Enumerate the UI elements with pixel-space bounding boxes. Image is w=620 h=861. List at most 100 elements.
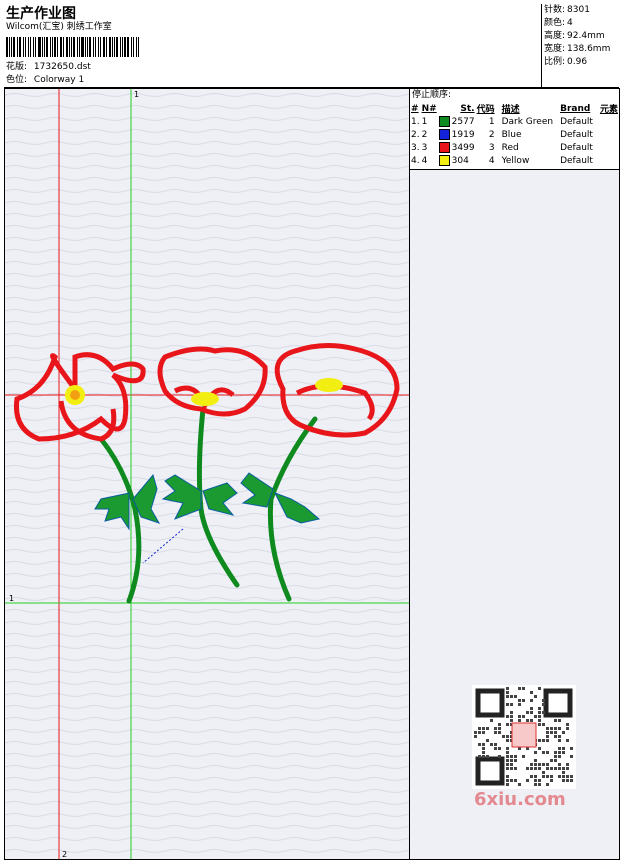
barcode-bar [27,37,30,57]
barcode-bar [108,37,111,57]
stop-row: 2. 2 1919 2 Blue Default [410,128,619,141]
column-header: Brand [560,103,591,114]
barcode-bar [119,37,121,57]
stop-row: 1. 1 2577 1 Dark Green Default [410,115,619,128]
thread-brand: Default [560,142,593,153]
stat-value: 8301 [567,5,590,15]
barcode [6,37,141,57]
column-header: 代码 [476,105,495,115]
stop-sequence-title: 停止顺序: [412,90,452,100]
design-value: 1732650.dst [33,62,91,72]
stop-sequence-table: # N# St. 代码 描述 Brand 元素 1. 1 2577 1 Dark Green Defa… [410,102,619,167]
row-number: 1. [411,116,420,127]
barcode-bar [34,37,37,57]
stat-value: 0.96 [567,57,588,67]
row-number: 2. [411,129,420,140]
barcode-bar [46,37,48,57]
stitch-count-value: 304 [451,156,469,166]
barcode-bar [44,37,46,57]
barcode-bar [89,37,91,57]
barcode-bar [38,37,41,57]
color-description: Red [501,142,519,153]
color-code: 4 [488,155,495,166]
row-number: 4. [411,155,420,166]
company-name: Wilcom(汇宝) 刺绣工作室 [6,22,112,32]
design-file: 花版: 1732650.dst [6,62,91,73]
barcode-bar [98,37,100,57]
barcode-bar [116,37,118,57]
barcode-bar [63,37,64,57]
page-title: 生产作业图 [6,6,76,22]
barcode-bar [6,37,8,57]
barcode-bar [54,37,56,57]
colorway-label: 色位: [6,75,28,85]
barcode-bar [121,37,123,57]
barcode-bar [126,37,130,57]
colorway: 色位: Colorway 1 [6,75,84,86]
stitch-count: 3499 [438,141,476,154]
color-swatch [438,116,450,127]
design-canvas: 1 1 2 [4,88,410,860]
guide-v1-label: 1 [134,90,139,99]
stitch-count: 304 [438,154,476,167]
stop-sequence-panel: 停止顺序: # N# St. 代码 描述 Brand 元素 1. 1 2577 1 Dark Gre… [409,88,620,860]
barcode-bar [68,37,70,57]
barcode-bar [138,37,140,57]
color-swatch [438,129,450,140]
design-label: 花版: [6,62,28,72]
colorway-value: Colorway 1 [33,75,85,85]
barcode-bar [41,37,43,57]
barcode-bar [59,37,63,57]
row-number: 3. [411,142,420,153]
column-header: N# [421,103,437,114]
stat-label: 高度: [544,31,566,41]
barcode-bar [13,37,15,57]
color-swatch [438,142,450,153]
stat-value: 92.4mm [567,31,605,41]
thread-brand: Default [560,155,593,166]
barcode-bar [133,37,134,57]
color-description: Dark Green [501,116,554,127]
barcode-bar [111,37,113,57]
barcode-bar [56,37,58,57]
stat-label: 针数: [544,5,566,15]
column-header: # [411,103,419,114]
barcode-bar [81,37,84,57]
color-code: 2 [488,129,495,140]
barcode-bar [8,37,10,57]
stat-value: 4 [567,18,573,28]
barcode-bar [65,37,68,57]
barcode-bar [114,37,116,57]
embroidery-preview: 1 1 2 [5,89,409,859]
barcode-bar [24,37,26,57]
barcode-bar [78,37,80,57]
column-header: 元素 [599,105,618,115]
stop-row: 3. 3 3499 3 Red Default [410,141,619,154]
barcode-bar [87,37,89,57]
barcode-bar [92,37,94,57]
barcode-bar [22,37,24,57]
column-header: 描述 [501,105,520,115]
color-code: 1 [488,116,495,127]
thread-brand: Default [560,116,593,127]
watermark-text: 6xiu.com [474,789,566,810]
barcode-bar [49,37,51,57]
guide-h1-label: 1 [9,594,14,603]
color-swatch [438,155,450,166]
barcode-bar [32,37,34,57]
barcode-bar [16,37,18,57]
barcode-bar [51,37,53,57]
needle-number: 3 [421,142,428,153]
barcode-bar [76,37,78,57]
barcode-bar [73,37,75,57]
barcode-bar [131,37,133,57]
barcode-bar [11,37,13,57]
stat-row: 高度: 92.4mm [544,31,620,44]
barcode-bar [100,37,101,57]
stats-box: 针数: 8301 颜色: 4 高度: 92.4mm 宽度: 138.6mm 比例: 0.96 [541,4,620,88]
column-header: St. [460,103,475,114]
barcode-bar [71,37,73,57]
color-code: 3 [488,142,495,153]
needle-number: 2 [421,129,428,140]
stat-label: 颜色: [544,18,566,28]
